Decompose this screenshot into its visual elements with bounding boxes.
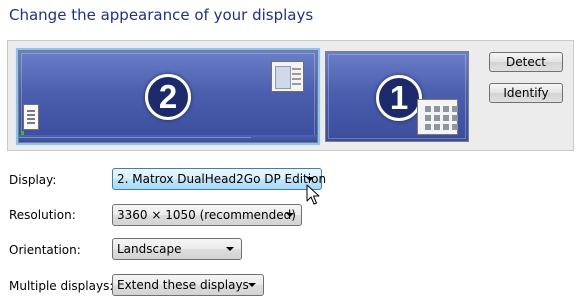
multiple-displays-select-value: Extend these displays	[117, 278, 249, 292]
display-select[interactable]: 2. Matrox DualHead2Go DP Edition	[112, 168, 326, 190]
orientation-select-value: Landscape	[117, 242, 182, 256]
display-label: Display:	[9, 173, 57, 187]
chevron-down-icon	[248, 283, 256, 287]
multiple-displays-label: Multiple displays:	[9, 279, 114, 293]
chevron-down-icon	[226, 247, 234, 251]
resolution-label: Resolution:	[9, 208, 76, 222]
document-icon	[23, 104, 39, 130]
page-title: Change the appearance of your displays	[9, 6, 314, 24]
monitor-2[interactable]: 2	[18, 50, 318, 143]
resolution-select[interactable]: 3360 × 1050 (recommended)	[112, 204, 302, 226]
identify-button[interactable]: Identify	[489, 83, 563, 103]
display-select-value: 2. Matrox DualHead2Go DP Edition	[117, 172, 327, 186]
orientation-select[interactable]: Landscape	[112, 238, 242, 260]
chevron-down-icon	[286, 213, 294, 217]
monitor-1-number: 1	[376, 75, 422, 121]
monitor-1[interactable]: 1	[325, 51, 469, 142]
window-icon	[271, 61, 304, 92]
display-arrangement-panel: 2 1 Detect Identify	[7, 40, 574, 151]
multiple-displays-select[interactable]: Extend these displays	[112, 274, 264, 296]
detect-button[interactable]: Detect	[489, 52, 563, 72]
mouse-pointer-icon	[306, 184, 320, 205]
monitor-2-number: 2	[145, 74, 191, 120]
taskbar-preview	[19, 135, 317, 142]
orientation-label: Orientation:	[9, 243, 81, 257]
start-grid-icon	[417, 99, 458, 135]
resolution-select-value: 3360 × 1050 (recommended)	[117, 208, 296, 222]
chevron-down-icon	[306, 177, 314, 181]
